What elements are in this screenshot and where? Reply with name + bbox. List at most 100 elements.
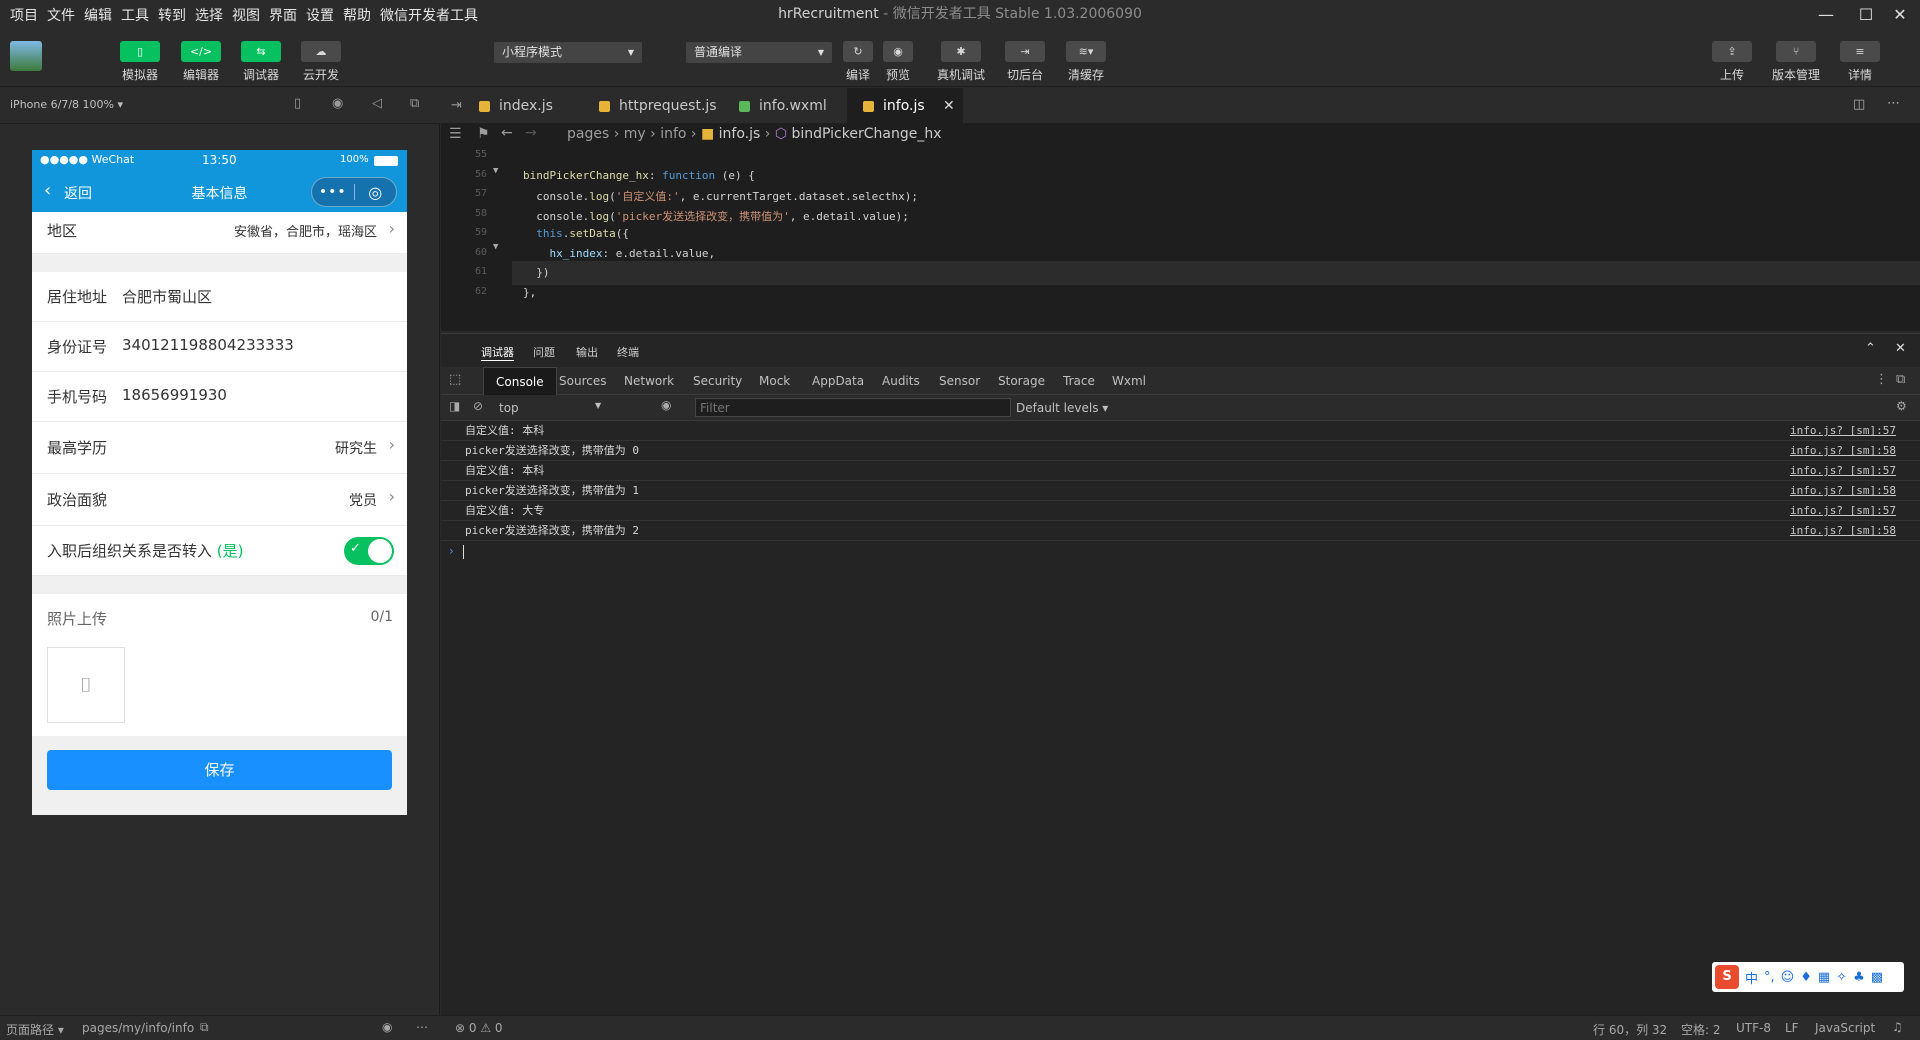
code-editor[interactable]: 55 56 bindPickerChange_hx: function (e) {5…	[441, 146, 1920, 331]
compile-select[interactable]: 普通编译 ▼	[686, 42, 832, 63]
details-button[interactable]: ≡ 详情	[1836, 41, 1884, 83]
crumb-pages[interactable]: pages	[567, 126, 609, 142]
cursor-position[interactable]: 行 60，列 32	[1593, 1021, 1667, 1038]
menu-edit[interactable]: 编辑	[84, 5, 112, 25]
tab-wxml[interactable]: Wxml	[1112, 367, 1146, 395]
menu-help[interactable]: 帮助	[343, 5, 371, 25]
tab-audits[interactable]: Audits	[882, 367, 920, 395]
volume-icon[interactable]: ◁	[372, 96, 382, 111]
eol-setting[interactable]: LF	[1785, 1021, 1799, 1035]
grid-icon[interactable]: ▩	[1871, 970, 1883, 985]
debugger-button[interactable]: ⇆ 调试器	[237, 41, 285, 83]
encoding-setting[interactable]: UTF-8	[1736, 1021, 1771, 1035]
panel-tab-debugger[interactable]: 调试器	[481, 344, 514, 361]
version-button[interactable]: ⑂ 版本管理	[1772, 41, 1820, 83]
copy-icon[interactable]: ⧉	[200, 1020, 209, 1035]
punctuation-icon[interactable]: °,	[1764, 970, 1775, 985]
address-row[interactable]: 居住地址 合肥市蜀山区	[32, 272, 407, 322]
crumb-info[interactable]: info	[660, 126, 686, 142]
eye-icon[interactable]: ◉	[661, 398, 671, 412]
menu-select[interactable]: 选择	[195, 5, 223, 25]
log-source-link[interactable]: info.js? [sm]:57	[1790, 461, 1896, 481]
more-icon[interactable]: ⋯	[416, 1020, 428, 1034]
phone-row[interactable]: 手机号码 18656991930	[32, 372, 407, 422]
clear-console-icon[interactable]: ⊘	[473, 399, 483, 413]
forward-arrow-icon[interactable]: →	[525, 125, 537, 141]
background-button[interactable]: ⇥ 切后台	[1001, 41, 1049, 83]
menu-goto[interactable]: 转到	[158, 5, 186, 25]
kebab-menu-icon[interactable]: ⋮	[1875, 372, 1888, 387]
fold-icon[interactable]: ▼	[493, 242, 498, 252]
tab-trace[interactable]: Trace	[1063, 367, 1095, 395]
menu-file[interactable]: 文件	[47, 5, 75, 25]
remote-debug-button[interactable]: ✱ 真机调试	[937, 41, 985, 83]
close-target-icon[interactable]: ◎	[354, 183, 396, 202]
tab-httprequest-js[interactable]: httprequest.js	[583, 88, 723, 124]
menu-wechat-devtools[interactable]: 微信开发者工具	[380, 5, 478, 25]
close-tab-icon[interactable]: ✕	[943, 88, 955, 124]
log-source-link[interactable]: info.js? [sm]:57	[1790, 501, 1896, 521]
education-row[interactable]: 最高学历 研究生 ›	[32, 422, 407, 474]
preview-button[interactable]: ◉ 预览	[874, 41, 922, 83]
phone-outline-icon[interactable]: ▯	[294, 96, 301, 111]
tab-network[interactable]: Network	[624, 367, 674, 395]
dock-icon[interactable]: ⧉	[1896, 372, 1905, 387]
ime-mode[interactable]: 中	[1745, 968, 1758, 987]
photo-upload-button[interactable]: ⌷	[47, 647, 125, 723]
record-icon[interactable]: ◉	[332, 96, 343, 111]
cloud-dev-button[interactable]: ☁ 云开发	[297, 41, 345, 83]
menu-interface[interactable]: 界面	[269, 5, 297, 25]
transfer-switch[interactable]: ✓	[344, 537, 394, 565]
panel-tab-output[interactable]: 输出	[576, 344, 598, 360]
crumb-method[interactable]: bindPickerChange_hx	[792, 126, 942, 142]
editor-button[interactable]: </> 编辑器	[177, 41, 225, 83]
chevron-up-icon[interactable]: ⌃	[1865, 341, 1876, 356]
sidebar-icon[interactable]: ◨	[449, 399, 460, 413]
avatar[interactable]	[10, 41, 42, 71]
address-input[interactable]: 合肥市蜀山区	[122, 286, 212, 307]
bookmark-icon[interactable]: ⚑	[477, 126, 490, 142]
emoji-icon[interactable]: ☺	[1781, 970, 1795, 985]
close-window-button[interactable]: ✕	[1880, 0, 1920, 29]
tab-mock[interactable]: Mock	[759, 367, 790, 395]
politics-row[interactable]: 政治面貌 党员 ›	[32, 474, 407, 526]
more-icon[interactable]: ⋯	[1887, 96, 1900, 111]
idcard-input[interactable]: 340121198804233333	[122, 336, 294, 354]
problems-count[interactable]: ⊗ 0 ⚠ 0	[455, 1021, 503, 1035]
device-select[interactable]: iPhone 6/7/8 100% ▾	[10, 98, 123, 111]
eye-icon[interactable]: ◉	[382, 1020, 392, 1034]
gear-icon[interactable]: ⚙	[1896, 399, 1907, 413]
back-button[interactable]: 返回	[64, 183, 92, 203]
more-dots-icon[interactable]: •••	[312, 184, 354, 200]
log-source-link[interactable]: info.js? [sm]:58	[1790, 481, 1896, 501]
sogou-logo-icon[interactable]: S	[1715, 965, 1739, 989]
popout-icon[interactable]: ⧉	[410, 96, 419, 111]
save-button[interactable]: 保存	[47, 750, 392, 790]
panel-tab-terminal[interactable]: 终端	[617, 344, 639, 360]
upload-button[interactable]: ⇪ 上传	[1708, 41, 1756, 83]
mic-icon[interactable]: ♦	[1800, 970, 1812, 985]
tools-icon[interactable]: ✧	[1836, 970, 1847, 985]
clear-cache-button[interactable]: ≋▾ 清缓存	[1062, 41, 1110, 83]
tab-info-wxml[interactable]: info.wxml	[723, 88, 847, 124]
split-editor-icon[interactable]: ◫	[1853, 97, 1865, 112]
simulator-button[interactable]: ▯ 模拟器	[116, 41, 164, 83]
sidebar-toggle-icon[interactable]: ⇥	[451, 98, 462, 113]
close-panel-icon[interactable]: ✕	[1895, 341, 1906, 356]
crumb-file[interactable]: info.js	[719, 126, 761, 142]
panel-tab-problems[interactable]: 问题	[533, 344, 555, 360]
skin-icon[interactable]: ♣	[1853, 970, 1865, 985]
page-path-select[interactable]: 页面路径 ▾	[6, 1021, 64, 1038]
tab-console[interactable]: Console	[483, 367, 557, 395]
list-icon[interactable]: ☰	[449, 126, 462, 142]
log-source-link[interactable]: info.js? [sm]:57	[1790, 421, 1896, 441]
keyboard-icon[interactable]: ▦	[1818, 970, 1830, 985]
tab-info-js[interactable]: info.js ✕	[847, 88, 963, 124]
tab-sensor[interactable]: Sensor	[939, 367, 980, 395]
tab-index-js[interactable]: index.js	[463, 88, 583, 124]
back-arrow-icon[interactable]: ←	[501, 125, 513, 141]
menu-tools[interactable]: 工具	[121, 5, 149, 25]
log-source-link[interactable]: info.js? [sm]:58	[1790, 441, 1896, 461]
tab-storage[interactable]: Storage	[998, 367, 1045, 395]
mode-select[interactable]: 小程序模式 ▼	[494, 42, 642, 63]
